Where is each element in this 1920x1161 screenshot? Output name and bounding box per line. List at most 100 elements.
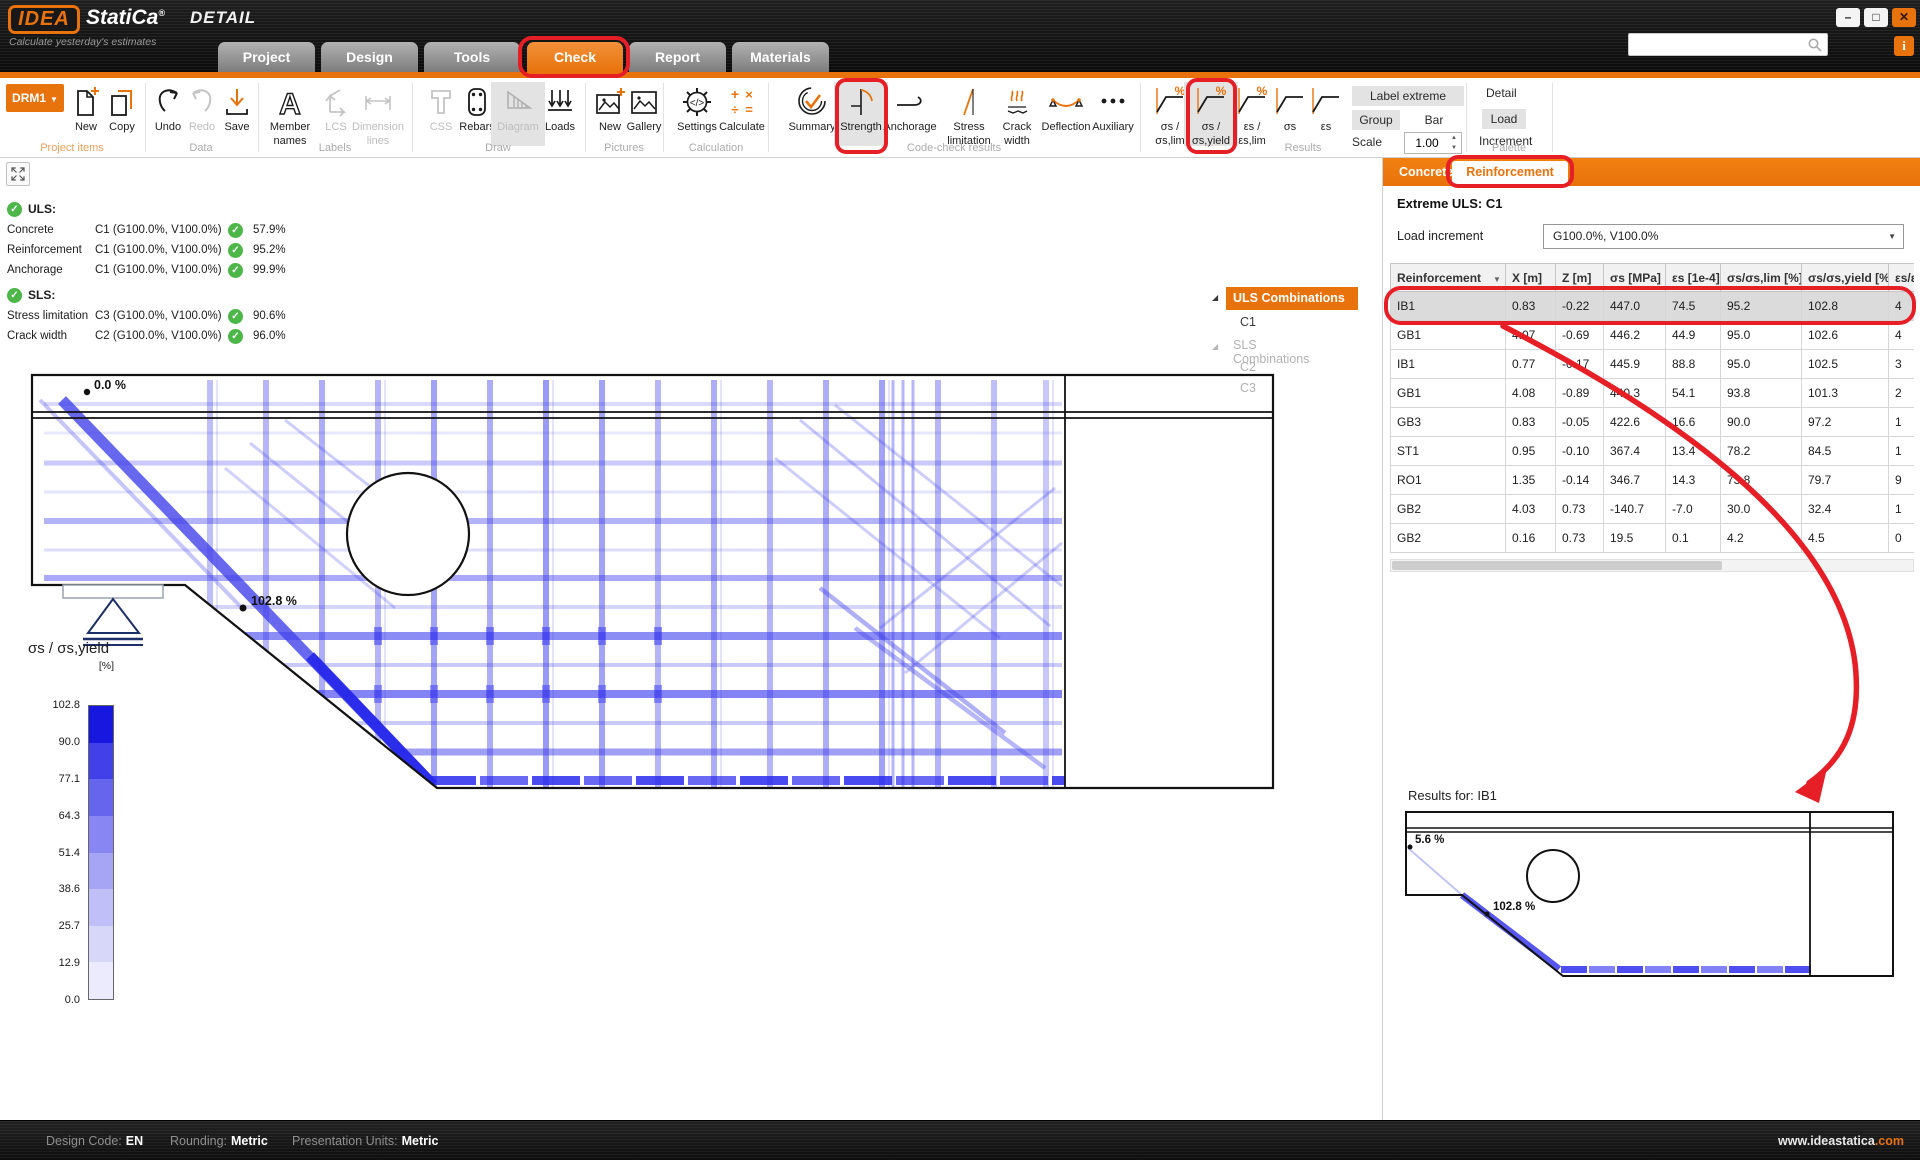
scale-tick: 12.9 (28, 957, 80, 969)
column-header-3[interactable]: σs [MPa] (1604, 264, 1666, 292)
column-header-2[interactable]: Z [m] (1556, 264, 1604, 292)
group-toggle[interactable]: Group (1352, 110, 1400, 130)
mini-label-min: 5.6 % (1415, 834, 1444, 846)
strength-button[interactable]: Strength (834, 82, 888, 146)
search-input[interactable] (1628, 33, 1828, 56)
info-button[interactable]: i (1894, 36, 1914, 56)
stress-diagram-icon (942, 82, 996, 120)
deflection-button[interactable]: Deflection (1039, 82, 1093, 134)
palette-detail-button[interactable]: Detail (1486, 86, 1517, 100)
tab-tools[interactable]: Tools (424, 42, 520, 72)
extreme-label-min: 0.0 % (94, 378, 126, 392)
table-row[interactable]: GB14.07-0.69446.244.995.0102.64 (1391, 321, 1915, 350)
tab-concrete[interactable]: Concrete (1399, 158, 1453, 186)
tab-report[interactable]: Report (629, 42, 726, 72)
svg-text:+: + (731, 86, 739, 102)
loads-button[interactable]: Loads (533, 82, 587, 134)
tree-item-c3[interactable]: C3 (1240, 381, 1256, 395)
table-row[interactable]: GB20.160.7319.50.14.24.50 (1391, 524, 1915, 553)
ribbon: DRM1▼ New Copy Undo Redo Save A Member n… (0, 78, 1920, 158)
group-label-labels: Labels (319, 142, 351, 154)
results-table-body: IB10.83-0.22447.074.595.2102.84GB14.07-0… (1391, 292, 1915, 553)
tagline: Calculate yesterday's estimates (9, 36, 156, 48)
load-increment-select[interactable]: G100.0%, V100.0% ▼ (1543, 224, 1904, 249)
mini-beam-diagram: 5.6 % 102.8 % (1383, 798, 1920, 1120)
panel-tab-bar: Concrete Reinforcement (1383, 158, 1920, 186)
tree-expand-icon[interactable]: ◢ (1212, 342, 1218, 351)
bar-toggle[interactable]: Bar (1414, 110, 1454, 130)
main-canvas[interactable]: ✓ULS: ConcreteC1 (G100.0%, V100.0%)✓57.9… (0, 158, 1383, 1120)
column-header-6[interactable]: σs/σs,yield [%] (1802, 264, 1889, 292)
scale-tick: 90.0 (28, 736, 80, 748)
group-label-palette: Palette (1492, 142, 1526, 154)
close-button[interactable]: ✕ (1892, 8, 1916, 27)
table-row[interactable]: RO11.35-0.14346.714.373.879.79 (1391, 466, 1915, 495)
gallery-button[interactable]: Gallery (617, 82, 671, 134)
project-item-button[interactable]: DRM1▼ (6, 84, 64, 112)
tree-item-c2[interactable]: C2 (1240, 360, 1256, 374)
column-header-5[interactable]: σs/σs,lim [%] (1721, 264, 1802, 292)
table-row[interactable]: IB10.83-0.22447.074.595.2102.84 (1391, 292, 1915, 321)
status-design-code: Design Code:EN (46, 1121, 143, 1161)
column-header-4[interactable]: εs [1e-4] (1666, 264, 1721, 292)
app-name: DETAIL (190, 8, 256, 28)
minimize-button[interactable]: – (1836, 8, 1860, 27)
summary-check-icon (785, 82, 839, 120)
tree-item-uls-combinations[interactable]: ULS Combinations (1226, 287, 1358, 310)
dimension-lines-button: Dimension lines (351, 82, 405, 147)
table-row[interactable]: ST10.95-0.10367.413.478.284.51 (1391, 437, 1915, 466)
table-row[interactable]: IB10.77-0.17445.988.895.0102.53 (1391, 350, 1915, 379)
scale-stepper[interactable]: 1.00 ▲▼ (1404, 132, 1462, 154)
table-row[interactable]: GB30.83-0.05422.616.690.097.21 (1391, 408, 1915, 437)
crack-width-button[interactable]: Crack width (990, 82, 1044, 147)
group-label-data: Data (189, 142, 212, 154)
table-row[interactable]: GB24.030.73-140.7-7.030.032.41 (1391, 495, 1915, 524)
maximize-button[interactable]: □ (1864, 8, 1888, 27)
svg-text:×: × (745, 87, 753, 102)
spinner-arrows-icon[interactable]: ▲▼ (1448, 133, 1460, 153)
tree-expand-icon[interactable]: ◢ (1212, 293, 1218, 302)
column-header-1[interactable]: X [m] (1506, 264, 1556, 292)
tab-materials[interactable]: Materials (732, 42, 829, 72)
ellipsis-icon (1086, 82, 1140, 120)
group-label-draw: Draw (485, 142, 511, 154)
summary-button[interactable]: Summary (785, 82, 839, 134)
auxiliary-button[interactable]: Auxiliary (1086, 82, 1140, 134)
table-row[interactable]: GB14.08-0.89440.354.193.8101.32 (1391, 379, 1915, 408)
tab-design[interactable]: Design (321, 42, 418, 72)
bilinear-chart-icon (1299, 82, 1353, 120)
dimension-icon (351, 82, 405, 120)
palette-load-button[interactable]: Load (1482, 109, 1526, 129)
scale-tick: 38.6 (28, 883, 80, 895)
table-horizontal-scrollbar[interactable] (1390, 559, 1914, 572)
color-scale-bar (88, 705, 114, 1000)
filter-icon[interactable]: ▼ (1493, 275, 1501, 284)
scrollbar-thumb[interactable] (1392, 561, 1722, 570)
tab-project[interactable]: Project (218, 42, 315, 72)
tab-reinforcement[interactable]: Reinforcement (1452, 161, 1568, 184)
mini-label-max: 102.8 % (1493, 901, 1535, 913)
column-header-0[interactable]: Reinforcement▼ (1391, 264, 1506, 292)
stress-limitation-button[interactable]: Stress limitation (942, 82, 996, 147)
status-presentation-units: Presentation Units:Metric (292, 1121, 438, 1161)
calculate-button[interactable]: +×÷= Calculate (715, 82, 769, 134)
crack-icon (990, 82, 1044, 120)
scale-unit: [%] (28, 660, 114, 672)
column-header-7[interactable]: εs/εs,lim [%] (1889, 264, 1915, 292)
website-link[interactable]: www.ideastatica.com (1778, 1121, 1904, 1161)
tab-check[interactable]: Check (527, 42, 623, 72)
results-table: Reinforcement▼X [m]Z [m]σs [MPa]εs [1e-4… (1390, 263, 1914, 557)
svg-text:÷: ÷ (731, 102, 738, 117)
anchorage-button[interactable]: Anchorage (883, 82, 937, 134)
search-icon (1807, 37, 1823, 53)
loads-icon (533, 82, 587, 120)
deflection-icon (1039, 82, 1093, 120)
save-button[interactable]: Save (210, 82, 264, 134)
tree-item-c1[interactable]: C1 (1240, 315, 1256, 329)
status-bar: Design Code:EN Rounding:Metric Presentat… (0, 1120, 1920, 1160)
result-eps-button[interactable]: εs (1299, 82, 1353, 134)
label-extreme-toggle[interactable]: Label extreme (1352, 86, 1464, 106)
svg-text:</>: </> (690, 98, 705, 109)
scale-tick: 102.8 (28, 699, 80, 711)
scale-tick: 0.0 (28, 994, 80, 1006)
